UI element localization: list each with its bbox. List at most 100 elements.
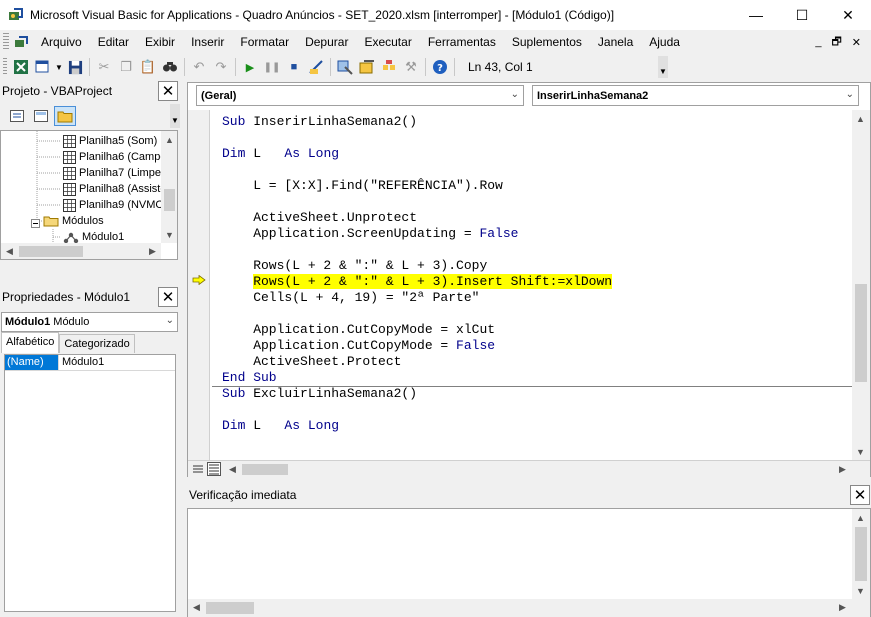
redo-icon[interactable]: ↷ [210, 56, 232, 78]
code-line[interactable]: Rows(L + 2 & ":" & L + 3).Copy [222, 258, 487, 274]
break-icon[interactable]: ❚❚ [261, 56, 283, 78]
close-button[interactable]: ✕ [825, 0, 871, 30]
copy-icon[interactable]: ❐ [115, 56, 137, 78]
menu-item-editar[interactable]: Editar [90, 30, 137, 54]
scroll-right-icon[interactable]: ▶ [144, 243, 161, 259]
immediate-vscrollbar[interactable]: ▲ ▼ [852, 509, 870, 599]
code-line[interactable]: Application.CutCopyMode = xlCut [222, 322, 495, 338]
scroll-left-icon[interactable]: ◀ [188, 599, 205, 616]
project-toolbar-options-icon[interactable]: ▼ [170, 104, 180, 128]
scroll-up-icon[interactable]: ▲ [161, 131, 177, 148]
toolbar-gripper[interactable] [3, 58, 7, 76]
properties-window-icon[interactable] [356, 56, 378, 78]
menu-item-ferramentas[interactable]: Ferramentas [420, 30, 504, 54]
code-line[interactable]: ActiveSheet.Protect [222, 354, 401, 370]
immediate-window-close-icon[interactable]: ✕ [850, 485, 870, 505]
tree-item[interactable]: Módulos [43, 213, 104, 229]
toggle-folders-icon[interactable] [54, 106, 76, 126]
view-excel-icon[interactable] [10, 56, 32, 78]
code-margin-indicator-bar[interactable] [188, 110, 210, 460]
code-line[interactable]: Dim L As Long [222, 146, 339, 162]
chevron-down-icon[interactable]: ▼ [54, 56, 64, 78]
scroll-left-icon[interactable]: ◀ [224, 461, 241, 478]
run-icon[interactable]: ▶ [239, 56, 261, 78]
tree-item[interactable]: Planilha7 (Limpez [63, 165, 166, 181]
code-line[interactable]: Application.CutCopyMode = False [222, 338, 495, 354]
project-tree-hscrollbar[interactable]: ◀ ▶ [1, 243, 161, 259]
menu-item-exibir[interactable]: Exibir [137, 30, 183, 54]
scroll-thumb[interactable] [855, 527, 867, 581]
code-line[interactable]: L = [X:X].Find("REFERÊNCIA").Row [222, 178, 503, 194]
scroll-thumb[interactable] [855, 284, 867, 382]
mdi-minimize-button[interactable]: _ [815, 36, 821, 48]
save-icon[interactable] [64, 56, 86, 78]
mdi-restore-button[interactable]: 🗗 [831, 33, 841, 52]
find-icon[interactable] [159, 56, 181, 78]
code-line[interactable]: Sub ExcluirLinhaSemana2() [222, 386, 417, 402]
menu-item-executar[interactable]: Executar [356, 30, 419, 54]
tree-item[interactable]: Planilha8 (Assiste [63, 181, 166, 197]
project-pane-close-icon[interactable]: ✕ [158, 81, 178, 101]
code-line[interactable]: Application.ScreenUpdating = False [222, 226, 518, 242]
scroll-thumb[interactable] [206, 602, 254, 614]
scroll-thumb[interactable] [164, 189, 175, 211]
tree-collapse-toggle[interactable] [31, 215, 40, 231]
vba-app-icon[interactable] [8, 7, 24, 23]
scroll-up-icon[interactable]: ▲ [852, 110, 869, 127]
maximize-button[interactable]: ☐ [779, 0, 825, 30]
tab-alfabetico[interactable]: Alfabético [1, 332, 60, 353]
chevron-down-icon[interactable]: ⌄ [511, 89, 519, 100]
paste-icon[interactable]: 📋 [137, 56, 159, 78]
scroll-down-icon[interactable]: ▼ [852, 582, 869, 599]
code-editor[interactable]: Sub InserirLinhaSemana2() Dim L As Long L… [212, 110, 852, 460]
scroll-up-icon[interactable]: ▲ [852, 509, 869, 526]
tree-item[interactable]: Planilha9 (NVMC [63, 197, 163, 213]
properties-pane-close-icon[interactable]: ✕ [158, 287, 178, 307]
design-mode-icon[interactable] [305, 56, 327, 78]
procedure-view-icon[interactable] [192, 463, 204, 478]
immediate-window[interactable]: ▲ ▼ ◀ ▶ [187, 508, 871, 617]
tree-item[interactable]: Planilha5 (Som) [63, 133, 157, 149]
tab-categorizado[interactable]: Categorizado [59, 334, 135, 353]
code-line[interactable]: ActiveSheet.Unprotect [222, 210, 417, 226]
property-row[interactable]: (Name) Módulo1 [5, 355, 175, 371]
menu-app-icon[interactable] [13, 34, 29, 50]
menu-item-suplementos[interactable]: Suplementos [504, 30, 590, 54]
project-explorer-icon[interactable] [334, 56, 356, 78]
menubar-gripper[interactable] [3, 33, 9, 51]
code-line[interactable]: Rows(L + 2 & ":" & L + 3).Insert Shift:=… [222, 274, 613, 290]
code-line[interactable]: End Sub [222, 370, 277, 386]
reset-icon[interactable]: ■ [283, 56, 305, 78]
properties-object-combo[interactable]: Módulo1 Módulo ⌄ [1, 312, 178, 332]
scroll-down-icon[interactable]: ▼ [852, 443, 869, 460]
scroll-thumb[interactable] [19, 246, 83, 257]
object-combo[interactable]: (Geral) ⌄ [196, 85, 524, 106]
view-object-icon[interactable] [30, 106, 52, 126]
toolbar-options-icon[interactable]: ▼ [658, 56, 668, 78]
scroll-left-icon[interactable]: ◀ [1, 243, 18, 259]
insert-userform-icon[interactable] [32, 56, 54, 78]
menu-item-arquivo[interactable]: Arquivo [33, 30, 90, 54]
chevron-down-icon[interactable]: ⌄ [166, 315, 174, 326]
project-tree-vscrollbar[interactable]: ▲ ▼ [161, 131, 177, 243]
code-line[interactable]: Sub InserirLinhaSemana2() [222, 114, 417, 130]
code-line[interactable]: Cells(L + 4, 19) = "2ª Parte" [222, 290, 479, 306]
menu-item-depurar[interactable]: Depurar [297, 30, 356, 54]
procedure-combo[interactable]: InserirLinhaSemana2 ⌄ [532, 85, 859, 106]
code-line[interactable]: Dim L As Long [222, 418, 339, 434]
menu-item-inserir[interactable]: Inserir [183, 30, 232, 54]
object-browser-icon[interactable] [378, 56, 400, 78]
cut-icon[interactable]: ✂ [93, 56, 115, 78]
toolbox-icon[interactable]: ⚒ [400, 56, 422, 78]
full-module-view-icon[interactable] [207, 462, 221, 476]
chevron-down-icon[interactable]: ⌄ [846, 89, 854, 100]
scroll-right-icon[interactable]: ▶ [834, 599, 851, 616]
menu-item-janela[interactable]: Janela [590, 30, 641, 54]
scroll-right-icon[interactable]: ▶ [834, 461, 851, 478]
scroll-thumb[interactable] [242, 464, 288, 475]
tree-item[interactable]: Planilha6 (Campo [63, 149, 166, 165]
help-icon[interactable]: ? [429, 56, 451, 78]
mdi-close-button[interactable]: ✕ [852, 36, 861, 49]
code-hscrollbar[interactable]: ◀ ▶ [188, 460, 870, 477]
menu-item-formatar[interactable]: Formatar [232, 30, 297, 54]
